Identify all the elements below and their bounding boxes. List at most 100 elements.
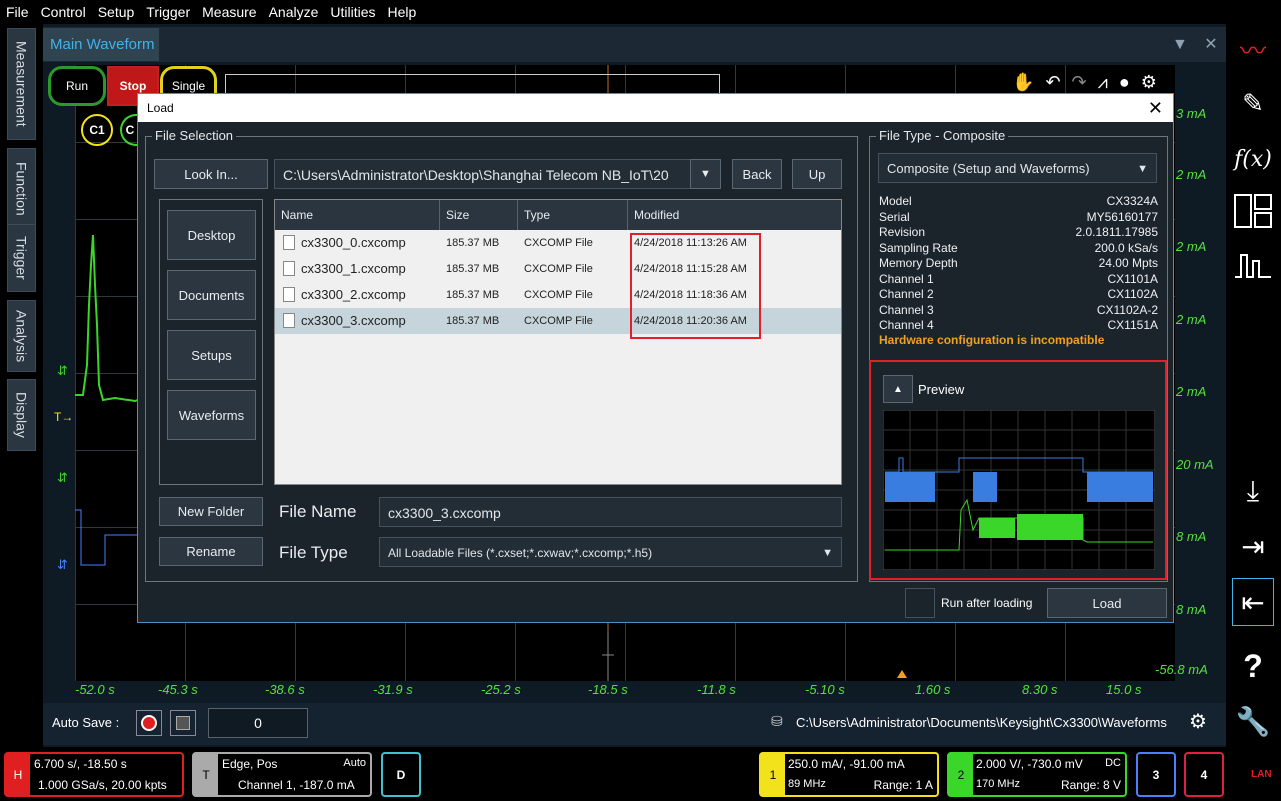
up-button[interactable]: Up	[792, 159, 842, 189]
x-axis-label: -5.10 s	[805, 682, 845, 697]
function-icon[interactable]: f(x)	[1232, 138, 1274, 180]
file-type-dropdown-icon[interactable]: ▼	[822, 538, 833, 568]
hardware-warning: Hardware configuration is incompatible	[879, 333, 1105, 347]
info-row: Model CX3324A	[879, 194, 1158, 210]
composite-dropdown-icon[interactable]: ▼	[1137, 154, 1148, 184]
place-waveforms[interactable]: Waveforms	[167, 390, 256, 440]
load-button[interactable]: Load	[1047, 588, 1167, 618]
info-value: CX3324A	[1106, 194, 1158, 208]
channel-2-scale: 2.000 V/, -730.0 mV	[976, 757, 1083, 771]
x-axis-label: -45.3 s	[158, 682, 198, 697]
waveform-overview[interactable]	[225, 74, 720, 94]
marker-pin-icon[interactable]: ●	[1119, 72, 1130, 92]
database-icon: ⛁	[771, 713, 783, 729]
close-window-icon[interactable]: ✕	[1204, 36, 1217, 53]
file-type: CXCOMP File	[524, 237, 593, 249]
channel-2-range: Range: 8 V	[1060, 778, 1121, 792]
place-setups[interactable]: Setups	[167, 330, 256, 380]
menu-utilities[interactable]: Utilities	[324, 0, 381, 24]
menu-trigger[interactable]: Trigger	[140, 0, 196, 24]
trigger-badge: T	[194, 754, 218, 795]
file-icon	[283, 287, 295, 302]
waveform-icon[interactable]: ⩘	[1098, 72, 1108, 92]
info-value: CX1151A	[1107, 318, 1158, 332]
info-key: Revision	[879, 225, 926, 239]
info-row: Memory Depth 24.00 Mpts	[879, 256, 1158, 272]
load-icon[interactable]: ⇤	[1232, 578, 1274, 626]
channel-1-status[interactable]: 1 250.0 mA/, -91.00 mA 89 MHz Range: 1 A	[759, 752, 939, 797]
menu-measure[interactable]: Measure	[196, 0, 262, 24]
x-axis-label: 8.30 s	[1022, 682, 1058, 697]
column-header-type[interactable]: Type	[518, 200, 628, 230]
column-header-name[interactable]: Name	[275, 200, 440, 230]
menu-file[interactable]: File	[0, 0, 35, 24]
menu-help[interactable]: Help	[382, 0, 423, 24]
redo-icon[interactable]: ↷	[1072, 72, 1087, 92]
file-name-input[interactable]: cx3300_3.cxcomp	[379, 497, 842, 527]
y-axis-label: -56.8 mA	[1155, 662, 1208, 677]
channel-ref-marker-icon[interactable]: ⇵	[57, 470, 68, 486]
channel-blue-marker-icon[interactable]: ⇵	[57, 557, 68, 573]
new-folder-button[interactable]: New Folder	[159, 497, 263, 526]
autosave-settings-icon[interactable]: ⚙	[1189, 709, 1207, 734]
look-in-button[interactable]: Look In...	[154, 159, 268, 189]
tab-function[interactable]: Function	[7, 148, 36, 230]
info-row: Channel 2 CX1102A	[879, 287, 1158, 303]
analysis-chart-icon[interactable]	[1232, 244, 1274, 286]
menu-analyze[interactable]: Analyze	[263, 0, 325, 24]
info-key: Channel 1	[879, 271, 934, 286]
composite-select[interactable]: Composite (Setup and Waveforms) ▼	[878, 153, 1157, 183]
tab-main-waveform[interactable]: Main Waveform	[43, 28, 159, 61]
probe-icon[interactable]: ✎	[1232, 82, 1274, 124]
tab-label: Display	[13, 392, 30, 438]
time-ref-marker[interactable]	[897, 670, 907, 678]
info-value: CX1102A-2	[1096, 302, 1158, 317]
channel-1-badge[interactable]: C1	[81, 114, 113, 146]
digital-badge[interactable]: D	[381, 752, 421, 797]
stop-record-button[interactable]	[170, 710, 196, 736]
horizontal-status[interactable]: H 6.700 s/, -18.50 s 1.000 GSa/s, 20.00 …	[4, 752, 184, 797]
settings-gear-icon[interactable]: ⚙	[1141, 72, 1157, 92]
path-dropdown-icon[interactable]: ▼	[690, 159, 721, 189]
column-header-modified[interactable]: Modified	[628, 200, 841, 230]
x-axis-label: -31.9 s	[373, 682, 413, 697]
tools-icon[interactable]: 🔧	[1232, 700, 1274, 742]
tab-analysis[interactable]: Analysis	[7, 300, 36, 372]
undo-icon[interactable]: ↶	[1045, 72, 1060, 92]
channel-2-marker-icon[interactable]: ⇵	[57, 363, 68, 379]
trigger-status[interactable]: T Edge, Pos Auto Channel 1, -187.0 mA	[192, 752, 372, 797]
file-list[interactable]: Name Size Type Modified cx3300_0.cxcomp …	[274, 199, 842, 485]
column-header-size[interactable]: Size	[440, 200, 518, 230]
tab-trigger[interactable]: Trigger	[7, 224, 36, 292]
channel-3-badge[interactable]: 3	[1136, 752, 1176, 797]
file-name-label: File Name	[279, 502, 357, 521]
preview-collapse-icon[interactable]: ▲	[883, 375, 913, 403]
place-desktop[interactable]: Desktop	[167, 210, 256, 260]
path-combo[interactable]: C:\Users\Administrator\Desktop\Shanghai …	[274, 159, 721, 189]
dialog-close-icon[interactable]: ✕	[1148, 94, 1163, 122]
layout-icon[interactable]	[1232, 190, 1274, 232]
run-after-loading-checkbox[interactable]	[905, 588, 935, 618]
rename-button[interactable]: Rename	[159, 537, 263, 566]
dropdown-arrow-icon[interactable]: ▼	[1172, 36, 1188, 53]
tab-measurement[interactable]: Measurement	[7, 28, 36, 140]
channel-4-badge[interactable]: 4	[1184, 752, 1224, 797]
run-button[interactable]: Run	[48, 66, 106, 106]
trigger-marker-label: T	[54, 410, 62, 424]
pan-hand-icon[interactable]: ✋	[1012, 72, 1034, 92]
record-button[interactable]	[136, 710, 162, 736]
info-value: 2.0.1811.17985	[1075, 225, 1158, 239]
channel-2-status[interactable]: 2 2.000 V/, -730.0 mV DC 170 MHz Range: …	[947, 752, 1127, 797]
trigger-level-marker[interactable]: T→	[54, 410, 73, 424]
y-axis-label: 20 mA	[1176, 457, 1214, 472]
tab-display[interactable]: Display	[7, 379, 36, 451]
help-icon[interactable]: ?	[1232, 645, 1274, 687]
back-button[interactable]: Back	[732, 159, 782, 189]
autosave-count[interactable]: 0	[208, 708, 308, 738]
file-type-select[interactable]: All Loadable Files (*.cxset;*.cxwav;*.cx…	[379, 537, 842, 567]
save-download-icon[interactable]: ⤓	[1232, 470, 1274, 512]
menu-control[interactable]: Control	[35, 0, 92, 24]
import-icon[interactable]: ⇥	[1232, 525, 1274, 567]
place-documents[interactable]: Documents	[167, 270, 256, 320]
menu-setup[interactable]: Setup	[92, 0, 141, 24]
